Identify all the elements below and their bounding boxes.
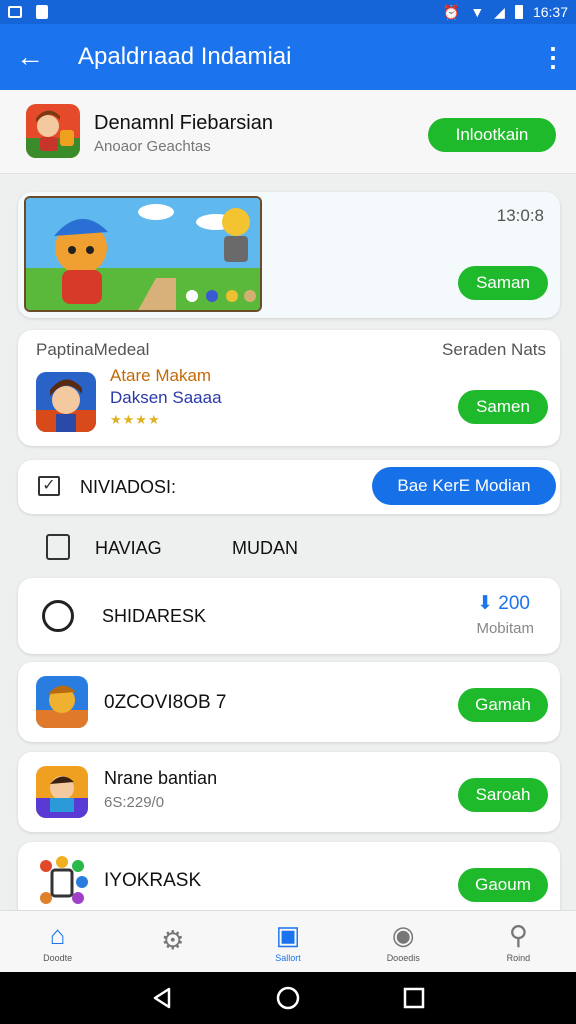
nav-label: Dooedis xyxy=(386,952,420,963)
tab-second[interactable]: MUDAN xyxy=(232,538,298,559)
status-bar: ⏰ ▼ ◢ 16:37 xyxy=(0,0,576,24)
bag-icon xyxy=(46,534,70,560)
list-item-icon xyxy=(36,676,88,728)
notification-image-icon xyxy=(8,6,22,18)
downloads-count: ⬇ 200 xyxy=(477,592,530,615)
popular-header-left: PaptinaMedeal xyxy=(36,340,150,359)
globe-icon xyxy=(42,600,74,632)
popular-app-title: Atare Makam xyxy=(110,366,212,385)
more-vert-icon[interactable]: ⋮ xyxy=(540,42,566,73)
list-item-icon xyxy=(36,856,88,908)
nav-item-briefcase[interactable]: ▣ Sallort xyxy=(230,911,345,972)
top-app-item[interactable]: Denamnl Fiebarsian Anoaor Geachtas Inloo… xyxy=(0,90,576,174)
settings-gear-icon: ⚙ xyxy=(161,924,185,955)
rating-stars: ★★★★ xyxy=(110,412,161,427)
popular-app-icon xyxy=(36,372,96,432)
downloads-card[interactable]: SHIDARESK ⬇ 200 Mobitam xyxy=(18,578,560,654)
banner-illustration xyxy=(24,196,262,312)
popular-button[interactable]: Samen xyxy=(458,390,548,424)
nav-label: Roind xyxy=(506,952,531,963)
recents-square-icon[interactable] xyxy=(403,987,425,1009)
list-item-button[interactable]: Gamah xyxy=(458,688,548,722)
signal-icon: ◢ xyxy=(494,3,505,20)
top-app-icon xyxy=(26,104,80,158)
back-triangle-icon[interactable] xyxy=(151,987,173,1009)
notification-app-icon xyxy=(36,5,48,19)
featured-banner-card[interactable]: 13:0:8 Saman xyxy=(18,192,560,318)
tab-first[interactable]: HAVIAG xyxy=(95,538,162,559)
section-action-button[interactable]: Bae KerE Modian xyxy=(372,467,556,505)
person-icon: ⚲ xyxy=(508,919,528,950)
popular-header-right[interactable]: Seraden Nats xyxy=(442,340,546,360)
list-item-button[interactable]: Gaoum xyxy=(458,868,548,902)
briefcase-icon: ▣ xyxy=(275,919,301,950)
nav-label: Doodte xyxy=(43,952,73,963)
bowling-icon: ◉ xyxy=(391,919,415,950)
nav-label: Sallort xyxy=(275,952,301,963)
list-item-title: Nrane bantian xyxy=(104,768,218,788)
section-label: NIVIADOSI: xyxy=(80,477,177,497)
list-item-title: IYOKRASK xyxy=(104,870,202,891)
nav-item-bowling[interactable]: ◉ Dooedis xyxy=(346,911,461,972)
list-item-icon xyxy=(36,766,88,818)
checkbox-icon[interactable]: ✓ xyxy=(38,476,60,496)
banner-button[interactable]: Saman xyxy=(458,266,548,300)
banner-count: 13:0:8 xyxy=(496,206,544,225)
section-row: ✓ NIVIADOSI: Bae KerE Modian xyxy=(18,460,560,514)
page-title: Apaldrıaad Indamiai xyxy=(78,43,292,70)
list-item-button[interactable]: Saroah xyxy=(458,778,548,812)
battery-icon xyxy=(514,5,523,19)
top-app-subtitle: Anoaor Geachtas xyxy=(94,138,211,155)
download-arrow-icon: ⬇ xyxy=(477,593,494,614)
popular-app-subtitle: Daksen Saaaa xyxy=(110,388,222,407)
downloads-caption: Mobitam xyxy=(476,620,534,637)
list-item-title: 0ZCOVI8OB 7 xyxy=(104,692,227,713)
popular-card[interactable]: PaptinaMedeal Seraden Nats Atare Makam D… xyxy=(18,330,560,446)
list-item-subtitle: 6S:229/0 xyxy=(104,794,165,811)
downloads-label: SHIDARESK xyxy=(102,606,207,626)
list-item[interactable]: 0ZCOVI8OB 7 Gamah xyxy=(18,662,560,742)
system-navigation-bar xyxy=(0,972,576,1024)
nav-item-settings[interactable]: ⚙ xyxy=(115,911,230,972)
list-item[interactable]: IYOKRASK Gaoum xyxy=(18,842,560,910)
top-app-name: Denamnl Fiebarsian xyxy=(94,112,273,134)
bottom-navigation: ⌂ Doodte ⚙ ▣ Sallort ◉ Dooedis ⚲ Roind xyxy=(0,910,576,972)
home-icon: ⌂ xyxy=(49,919,66,950)
downloads-count-value: 200 xyxy=(498,593,530,614)
wifi-icon: ▼ xyxy=(470,4,485,20)
install-button[interactable]: Inlootkain xyxy=(428,118,556,152)
alarm-icon: ⏰ xyxy=(442,3,461,20)
back-arrow-icon[interactable]: ← xyxy=(16,41,56,73)
nav-item-home[interactable]: ⌂ Doodte xyxy=(0,911,115,972)
status-time: 16:37 xyxy=(532,4,568,20)
app-bar: ← Apaldrıaad Indamiai ⋮ xyxy=(0,24,576,90)
nav-item-profile[interactable]: ⚲ Roind xyxy=(461,911,576,972)
main-content: Denamnl Fiebarsian Anoaor Geachtas Inloo… xyxy=(0,90,576,910)
home-circle-icon[interactable] xyxy=(276,986,300,1010)
list-item[interactable]: Nrane bantian 6S:229/0 Saroah xyxy=(18,752,560,832)
